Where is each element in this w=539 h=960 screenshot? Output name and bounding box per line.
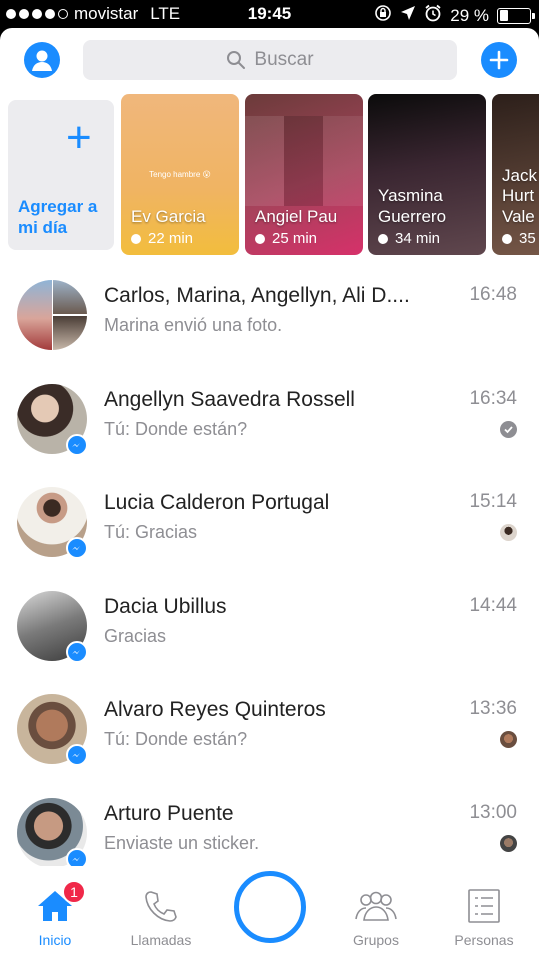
story-name: Yasmina Guerrero: [378, 186, 447, 226]
tab-label: Inicio: [38, 932, 72, 948]
people-list-icon: [468, 889, 500, 923]
story-card[interactable]: Jack Hurt Vale 35: [492, 94, 539, 255]
status-bar: movistar LTE 19:45 29 %: [0, 0, 539, 28]
battery-percent: 29 %: [450, 5, 489, 25]
conversation-row[interactable]: Lucia Calderon Portugal Tú: Gracias 15:1…: [0, 473, 539, 577]
tab-calls[interactable]: Llamadas: [106, 886, 216, 948]
conversation-time: 16:48: [469, 284, 517, 305]
conversation-time: 13:36: [469, 698, 517, 720]
tab-people[interactable]: Personas: [429, 886, 539, 948]
conversation-preview: Tú: Gracias: [104, 522, 198, 543]
group-avatar: [17, 280, 87, 350]
conversation-row[interactable]: Angellyn Saavedra Rossell Tú: Donde está…: [0, 370, 539, 474]
search-input[interactable]: Buscar: [83, 40, 457, 80]
conversation-row[interactable]: Carlos, Marina, Angellyn, Ali D.... Mari…: [0, 266, 539, 370]
search-icon: [227, 51, 246, 69]
tab-groups[interactable]: Grupos: [321, 886, 431, 948]
story-time: 35: [502, 230, 536, 247]
seen-avatar: [500, 834, 517, 852]
messenger-badge-icon: [66, 433, 88, 456]
tab-label: Llamadas: [130, 932, 192, 948]
conversation-name: Angellyn Saavedra Rossell: [104, 387, 355, 411]
add-story-label: Agregar a mi día: [18, 196, 98, 237]
conversation-preview: Tú: Donde están?: [104, 729, 248, 750]
location-icon: [400, 5, 416, 26]
plus-icon: [489, 50, 509, 70]
search-placeholder: Buscar: [254, 49, 314, 70]
conversation-row[interactable]: Dacia Ubillus Gracias 14:44: [0, 577, 539, 681]
bottom-tab-bar: 1 Inicio Llamadas Grupos Personas: [0, 866, 539, 960]
messenger-badge-icon: [66, 744, 88, 767]
seen-avatar: [500, 524, 517, 542]
phone-icon: [145, 891, 177, 922]
top-bar: Buscar: [0, 28, 539, 92]
notification-badge: 1: [62, 880, 86, 904]
alarm-icon: [424, 4, 442, 27]
conversation-time: 16:34: [469, 387, 517, 409]
story-card[interactable]: Yasmina Guerrero 34 min: [368, 94, 486, 255]
story-card[interactable]: Tengo hambre 😮 Ev Garcia 22 min: [121, 94, 239, 255]
user-icon: [32, 50, 52, 71]
tab-home[interactable]: 1 Inicio: [0, 880, 110, 948]
conversation-preview: Marina envió una foto.: [104, 315, 283, 335]
conversation-time: 14:44: [469, 594, 517, 616]
tab-label: Personas: [454, 932, 514, 948]
seen-avatar: [500, 731, 517, 749]
conversation-preview: Gracias: [104, 625, 167, 646]
camera-button[interactable]: [234, 871, 306, 943]
story-time: 34 min: [378, 230, 440, 247]
groups-icon: [355, 891, 397, 921]
story-name: Ev Garcia: [131, 206, 206, 226]
delivered-check-icon: [500, 420, 517, 438]
conversation-row[interactable]: Alvaro Reyes Quinteros Tú: Donde están? …: [0, 680, 539, 784]
story-caption: Tengo hambre 😮: [149, 170, 211, 179]
conversation-preview: Enviaste un sticker.: [104, 832, 260, 853]
conversation-name: Dacia Ubillus: [104, 594, 227, 618]
story-time: 25 min: [255, 230, 317, 247]
story-name: Jack Hurt Vale: [502, 165, 537, 226]
conversation-name: Alvaro Reyes Quinteros: [104, 698, 326, 722]
conversation-name: Lucia Calderon Portugal: [104, 491, 330, 515]
conversation-name: Carlos, Marina, Angellyn, Ali D....: [104, 284, 410, 307]
story-card[interactable]: Angiel Pau 25 min: [245, 94, 363, 255]
messenger-badge-icon: [66, 640, 88, 663]
conversation-name: Arturo Puente: [104, 801, 234, 825]
battery-icon: [497, 7, 535, 24]
stories-carousel: + Agregar a mi día Tengo hambre 😮 Ev Gar…: [0, 94, 539, 262]
profile-button[interactable]: [24, 42, 60, 78]
add-story-button[interactable]: + Agregar a mi día: [8, 100, 114, 250]
messenger-app: Buscar + Agregar a mi día Tengo hambre 😮…: [0, 28, 539, 960]
conversation-preview: Tú: Donde están?: [104, 418, 248, 439]
conversation-time: 15:14: [469, 491, 517, 513]
compose-button[interactable]: [481, 42, 517, 78]
story-name: Angiel Pau: [255, 206, 338, 226]
story-thumbnail: [245, 116, 363, 206]
messenger-badge-icon: [66, 537, 88, 560]
story-time: 22 min: [131, 230, 193, 247]
rotation-lock-icon: [374, 4, 392, 27]
conversation-time: 13:00: [469, 801, 517, 823]
tab-label: Grupos: [353, 932, 399, 948]
plus-icon: +: [66, 113, 92, 162]
conversation-list: Carlos, Marina, Angellyn, Ali D.... Mari…: [0, 266, 539, 888]
